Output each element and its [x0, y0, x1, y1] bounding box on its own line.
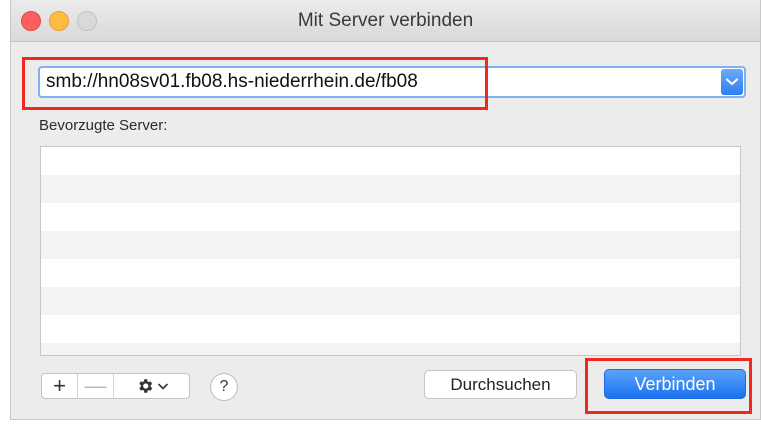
window-title: Mit Server verbinden: [297, 10, 474, 31]
list-row: [41, 203, 740, 231]
connect-button[interactable]: Verbinden: [604, 369, 746, 399]
list-row: [41, 231, 740, 259]
list-row: [41, 175, 740, 203]
title-bar: Mit Server verbinden: [11, 0, 760, 42]
help-button[interactable]: ?: [210, 373, 238, 401]
list-row: [41, 287, 740, 315]
chevron-down-icon: [726, 78, 738, 86]
favorite-servers-list[interactable]: [40, 146, 741, 356]
list-row: [41, 315, 740, 343]
list-row: [41, 259, 740, 287]
list-row: [41, 343, 740, 355]
server-address-input[interactable]: [46, 68, 706, 96]
browse-button[interactable]: Durchsuchen: [424, 370, 577, 399]
server-list-controls: + —: [41, 373, 190, 399]
list-row: [41, 147, 740, 175]
remove-server-button[interactable]: —: [78, 373, 114, 398]
add-server-button[interactable]: +: [42, 373, 78, 398]
server-address-field[interactable]: [38, 66, 746, 98]
gear-icon: [138, 379, 152, 393]
chevron-down-icon: [157, 383, 168, 390]
favorite-servers-label: Bevorzugte Server:: [39, 117, 168, 134]
connect-to-server-window: Mit Server verbinden Bevorzugte Server: …: [10, 0, 761, 420]
recent-servers-dropdown[interactable]: [721, 69, 743, 95]
action-menu-button[interactable]: [114, 374, 189, 398]
